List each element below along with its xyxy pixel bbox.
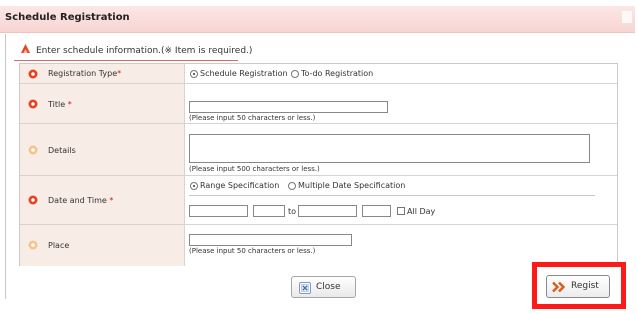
label-registration-type: Registration Type* [48, 69, 122, 78]
required-bullet-icon [28, 195, 38, 205]
label-cell: Place [20, 225, 185, 266]
place-input[interactable] [189, 234, 352, 246]
title-hint: (Please input 50 characters or less.) [189, 114, 316, 122]
row-details: Details (Please input 500 characters or … [20, 123, 617, 176]
row-registration-type: Registration Type* Schedule Registration… [20, 64, 617, 83]
field-place: (Please input 50 characters or less.) [185, 225, 617, 266]
label-title: Title * [48, 100, 72, 109]
label-place: Place [48, 241, 70, 250]
radio-todo-registration[interactable] [291, 70, 299, 78]
dialog-title: Schedule Registration [5, 12, 130, 23]
radio-range-specification[interactable] [190, 182, 198, 190]
radio-multiple-date-specification[interactable] [288, 182, 296, 190]
close-button-label: Close [316, 282, 341, 292]
label-date-time: Date and Time * [48, 196, 114, 205]
label-details: Details [48, 146, 76, 155]
label-cell: Registration Type* [20, 64, 185, 83]
date-time-divider [189, 195, 595, 196]
arrow-icon [21, 44, 30, 53]
option-todo-registration[interactable]: To-do Registration [301, 69, 373, 78]
all-day-checkbox[interactable] [397, 207, 405, 215]
close-button[interactable]: Close [291, 276, 356, 298]
to-label: to [288, 207, 297, 216]
title-input[interactable] [189, 101, 388, 113]
label-cell: Date and Time * [20, 176, 185, 225]
row-title: Title * (Please input 50 characters or l… [20, 83, 617, 124]
details-textarea[interactable] [189, 134, 590, 163]
row-place: Place (Please input 50 characters or les… [20, 224, 617, 266]
schedule-form: Registration Type* Schedule Registration… [19, 63, 618, 266]
field-title: (Please input 50 characters or less.) [185, 84, 617, 124]
place-hint: (Please input 50 characters or less.) [189, 247, 316, 255]
required-bullet-icon [28, 99, 38, 109]
optional-bullet-icon [28, 145, 38, 155]
optional-bullet-icon [28, 240, 38, 250]
end-date-input[interactable] [298, 205, 357, 217]
header-close-icon[interactable] [622, 11, 632, 23]
all-day-label[interactable]: All Day [407, 207, 435, 216]
instruction-text: Enter schedule information.(※ Item is re… [36, 46, 253, 56]
dialog-left-border [5, 34, 6, 299]
close-x-icon [299, 282, 311, 294]
dialog-header: Schedule Registration [0, 6, 635, 33]
row-date-time: Date and Time * Range Specification Mult… [20, 175, 617, 225]
field-date-time: Range Specification Multiple Date Specif… [185, 176, 617, 225]
regist-button[interactable]: Regist [546, 275, 610, 298]
label-cell: Title * [20, 84, 185, 124]
start-time-input[interactable] [253, 205, 285, 217]
label-cell: Details [20, 124, 185, 176]
option-range-specification[interactable]: Range Specification [200, 181, 279, 190]
schedule-registration-dialog: Schedule Registration Enter schedule inf… [0, 0, 637, 314]
option-multiple-date-specification[interactable]: Multiple Date Specification [298, 181, 405, 190]
end-time-input[interactable] [362, 205, 391, 217]
radio-schedule-registration[interactable] [190, 70, 198, 78]
field-registration-type: Schedule Registration To-do Registration [185, 64, 617, 83]
required-bullet-icon [28, 69, 38, 79]
start-date-input[interactable] [189, 205, 248, 217]
instruction-underline [14, 60, 238, 61]
field-details: (Please input 500 characters or less.) [185, 124, 617, 176]
double-chevron-right-icon [552, 281, 566, 293]
details-hint: (Please input 500 characters or less.) [189, 165, 320, 173]
option-schedule-registration[interactable]: Schedule Registration [200, 69, 288, 78]
regist-button-label: Regist [571, 281, 599, 291]
